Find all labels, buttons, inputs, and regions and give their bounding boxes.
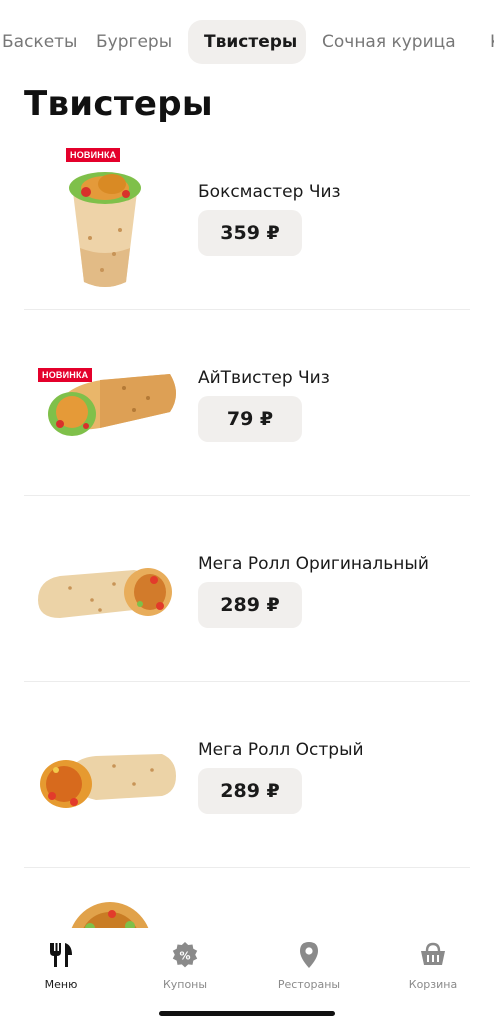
product-name: Мега Ролл Острый <box>198 740 364 760</box>
tab-twisters[interactable]: Твистеры <box>188 20 306 64</box>
basket-icon <box>421 942 445 965</box>
boxmaster-image <box>69 172 141 287</box>
next-product-image <box>71 902 149 928</box>
nav-coupons-label: Купоны <box>162 978 208 991</box>
tab-burgers[interactable]: Бургеры <box>80 20 188 64</box>
product-card[interactable]: НОВИНКА АйТвистер Чиз 79 ₽ <box>0 310 494 496</box>
category-tabs: Баскеты Бургеры Твистеры Сочная курица К <box>0 20 494 66</box>
home-indicator <box>159 1011 335 1016</box>
nav-coupons[interactable]: % Купоны <box>135 940 235 991</box>
price-button[interactable]: 289 ₽ <box>198 582 302 628</box>
product-card[interactable]: НОВИНКА Боксмастер Чиз 359 ₽ <box>0 124 494 310</box>
nav-restaurants[interactable]: Рестораны <box>259 940 359 991</box>
mega-roll-original-image <box>38 568 172 618</box>
nav-menu[interactable]: Меню <box>11 940 111 991</box>
price-button[interactable]: 289 ₽ <box>198 768 302 814</box>
price-button[interactable]: 359 ₽ <box>198 210 302 256</box>
product-name: Мега Ролл Оригинальный <box>198 554 429 574</box>
product-card[interactable]: Мега Ролл Острый 289 ₽ <box>0 682 494 868</box>
new-badge: НОВИНКА <box>66 148 121 162</box>
section-title: Твистеры <box>24 84 213 124</box>
product-name: Боксмастер Чиз <box>198 182 341 202</box>
nav-menu-label: Меню <box>44 978 78 991</box>
nav-cart[interactable]: Корзина <box>383 940 483 991</box>
nav-cart-label: Корзина <box>408 978 458 991</box>
tab-more[interactable]: К <box>474 20 494 64</box>
fork-knife-icon <box>50 943 72 967</box>
mega-roll-spicy-image <box>40 754 176 808</box>
product-card[interactable] <box>0 868 494 928</box>
tab-chicken[interactable]: Сочная курица <box>306 20 472 64</box>
location-pin-icon <box>300 942 318 968</box>
product-name: АйТвистер Чиз <box>198 368 330 388</box>
new-badge: НОВИНКА <box>38 368 93 382</box>
price-button[interactable]: 79 ₽ <box>198 396 302 442</box>
coupon-icon: % <box>172 942 198 968</box>
nav-restaurants-label: Рестораны <box>277 978 341 991</box>
bottom-nav: Меню % Купоны Рестораны Корзина <box>0 928 494 1024</box>
product-card[interactable]: Мега Ролл Оригинальный 289 ₽ <box>0 496 494 682</box>
itwister-image <box>48 374 176 436</box>
svg-text:%: % <box>179 950 190 963</box>
